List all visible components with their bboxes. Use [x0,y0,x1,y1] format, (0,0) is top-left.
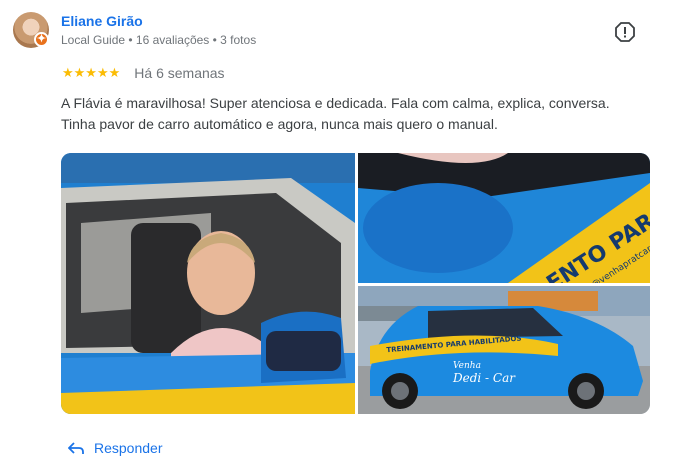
review-photo-3[interactable]: TREINAMENTO PARA HABILITADOS Venha Dedi … [358,286,650,414]
author-name[interactable]: Eliane Girão [61,13,143,29]
review-text: A Flávia é maravilhosa! Super atenciosa … [61,93,641,135]
review-date: Há 6 semanas [134,65,225,81]
reply-arrow-icon [68,442,84,454]
local-guide-badge-icon: ✦ [34,32,49,47]
review-text-line: A Flávia é maravilhosa! Super atenciosa … [61,95,610,111]
report-flag-icon[interactable] [614,21,636,43]
reply-button[interactable]: Responder [68,440,163,456]
rating-stars: ★★★★★ [62,65,121,80]
rating-row: ★★★★★ Há 6 semanas [62,64,225,82]
author-meta: Local Guide • 16 avaliações • 3 fotos [61,33,257,47]
car-brand-bottom: Dedi - Car [452,371,516,385]
reply-label: Responder [94,440,163,456]
review-photo-2[interactable]: ENTO PARA @venhapratcar [358,153,650,283]
car-brand-top: Venha [453,361,481,371]
review-photo-1[interactable] [61,153,355,414]
review-text-line: Tinha pavor de carro automático e agora,… [61,116,498,132]
